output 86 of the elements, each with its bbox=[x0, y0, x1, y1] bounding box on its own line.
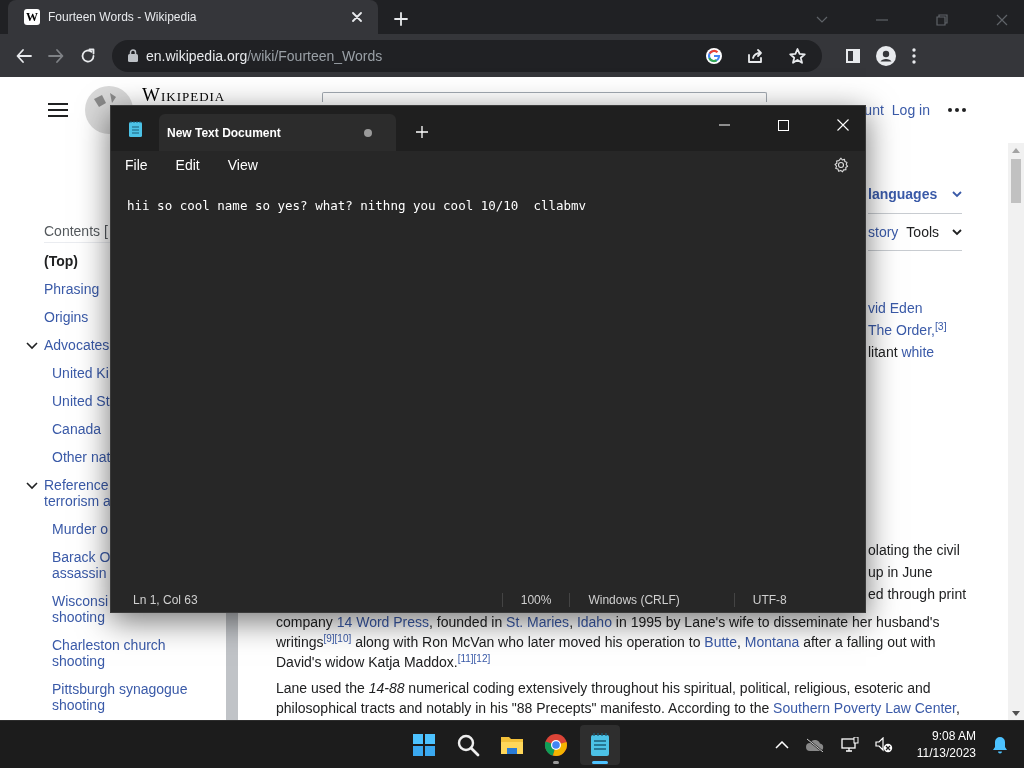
article-link[interactable]: Butte bbox=[704, 634, 738, 650]
search-icon bbox=[456, 732, 480, 757]
toc-link[interactable]: Wisconsi shooting bbox=[52, 587, 108, 631]
browser-tab[interactable]: W Fourteen Words - Wikipedia bbox=[8, 0, 378, 34]
volume-muted-icon[interactable] bbox=[874, 736, 893, 753]
settings-icon[interactable] bbox=[833, 157, 849, 173]
menu-item[interactable]: File bbox=[111, 154, 162, 176]
chevron-icon[interactable] bbox=[26, 482, 38, 490]
taskbar-button[interactable] bbox=[580, 724, 620, 765]
status-text: Windows (CRLF) bbox=[587, 592, 681, 609]
status-text: UTF-8 bbox=[751, 592, 788, 609]
menu-item[interactable]: Edit bbox=[161, 154, 214, 176]
lock-icon bbox=[128, 49, 138, 62]
clock-time: 9:08 AM bbox=[930, 727, 976, 745]
tab-title: Fourteen Words - Wikipedia bbox=[48, 9, 198, 26]
scroll-down-icon[interactable] bbox=[1012, 711, 1020, 716]
menu-item[interactable]: View bbox=[213, 154, 272, 176]
toc-link[interactable]: Charleston church shooting bbox=[52, 631, 166, 675]
new-tab-icon[interactable] bbox=[394, 12, 408, 26]
article-link[interactable]: white bbox=[901, 344, 935, 360]
search-field[interactable] bbox=[322, 92, 768, 102]
toc-link[interactable]: Other nat bbox=[52, 443, 111, 471]
toc-link[interactable]: United Ki bbox=[52, 359, 109, 387]
article-link[interactable]: [9] bbox=[323, 634, 335, 650]
maximize-icon[interactable] bbox=[778, 119, 789, 131]
notepad-icon bbox=[128, 120, 142, 137]
toc-link[interactable]: Canada bbox=[52, 415, 102, 443]
toc-link[interactable]: Phrasing bbox=[44, 275, 100, 303]
address-bar[interactable]: en.wikipedia.org/wiki/Fourteen_Words bbox=[112, 39, 822, 72]
chevron-down-icon[interactable] bbox=[952, 190, 962, 198]
article-link[interactable]: [12] bbox=[473, 654, 491, 670]
article-text-fragment: litant white bbox=[868, 343, 936, 362]
toc-link[interactable]: Barack O assassin bbox=[52, 543, 111, 587]
article-link[interactable]: [3] bbox=[934, 322, 947, 338]
article-link[interactable]: The Order, bbox=[868, 322, 935, 338]
share-icon[interactable] bbox=[747, 47, 765, 64]
side-panel-icon[interactable] bbox=[846, 48, 860, 63]
tools-menu[interactable]: Tools bbox=[906, 221, 940, 243]
url-path: /wiki/Fourteen_Words bbox=[247, 47, 383, 64]
article-link[interactable]: [11] bbox=[457, 654, 474, 670]
profile-icon[interactable] bbox=[876, 45, 896, 66]
document-tab[interactable]: New Text Document bbox=[159, 114, 396, 151]
history-tab[interactable]: story bbox=[868, 221, 899, 243]
toc-link[interactable]: Reference terrorism a bbox=[44, 471, 111, 515]
toc-link[interactable]: Pittsburgh synagogue shooting bbox=[52, 675, 188, 719]
show-hidden-icons-icon[interactable] bbox=[774, 740, 789, 749]
toc-link[interactable]: Murder o bbox=[52, 515, 109, 543]
browser-icon bbox=[544, 732, 568, 757]
toc-link[interactable]: United St bbox=[52, 387, 110, 415]
star-icon[interactable] bbox=[789, 47, 806, 64]
chevron-down-icon[interactable] bbox=[952, 228, 962, 236]
article-text-fragment: up in June bbox=[868, 563, 934, 582]
menu-icon[interactable] bbox=[48, 102, 68, 118]
notepad-icon bbox=[588, 732, 612, 757]
back-icon[interactable] bbox=[16, 47, 32, 64]
network-icon[interactable] bbox=[840, 736, 859, 753]
google-icon[interactable] bbox=[705, 46, 723, 65]
windows-start-icon bbox=[412, 732, 436, 757]
toc-link[interactable]: Origins bbox=[44, 303, 89, 331]
reload-icon[interactable] bbox=[80, 47, 96, 64]
notification-bell-icon[interactable] bbox=[992, 735, 1008, 754]
article-link[interactable]: vid Eden bbox=[868, 300, 923, 316]
status-text: 100% bbox=[519, 592, 553, 609]
toc-link[interactable]: Advocates bbox=[44, 331, 110, 359]
url-host: en.wikipedia.org bbox=[146, 47, 248, 64]
article-text-fragment: olating the civil bbox=[868, 541, 961, 560]
chevron-icon[interactable] bbox=[26, 342, 38, 350]
article-link[interactable]: Southern Poverty Law Center bbox=[773, 700, 956, 716]
cloud-off-icon[interactable] bbox=[804, 737, 825, 752]
status-text: Ln 1, Col 63 bbox=[132, 592, 199, 609]
wiki-wordmark[interactable]: Wikipedia bbox=[142, 87, 226, 103]
article-link[interactable]: Idaho bbox=[576, 614, 612, 630]
scrollbar[interactable] bbox=[1008, 143, 1024, 720]
clock-date: 11/13/2023 bbox=[916, 744, 976, 762]
article-link[interactable]: [10] bbox=[334, 634, 352, 650]
languages-button[interactable]: languages bbox=[868, 183, 938, 205]
more-icon[interactable] bbox=[912, 47, 916, 64]
article-paragraph: Lane used the 14-88 numerical coding extensively throughout his spiritual, political, religious, esoteric and philosophical tracts and notably in his "88 Precepts" manifesto. According to the Southern Poverty Law Center, bbox=[276, 679, 961, 718]
clock[interactable]: 9:08 AM 11/13/2023 bbox=[916, 727, 976, 762]
tab-title: New Text Document bbox=[167, 124, 282, 142]
scrollbar-thumb[interactable] bbox=[1011, 159, 1021, 203]
toc-link[interactable]: (Top) bbox=[44, 247, 78, 275]
header-link[interactable]: Log in bbox=[891, 99, 930, 121]
favicon-icon: W bbox=[24, 9, 40, 25]
more-icon[interactable] bbox=[948, 108, 966, 112]
article-link[interactable]: Montana bbox=[744, 634, 800, 650]
